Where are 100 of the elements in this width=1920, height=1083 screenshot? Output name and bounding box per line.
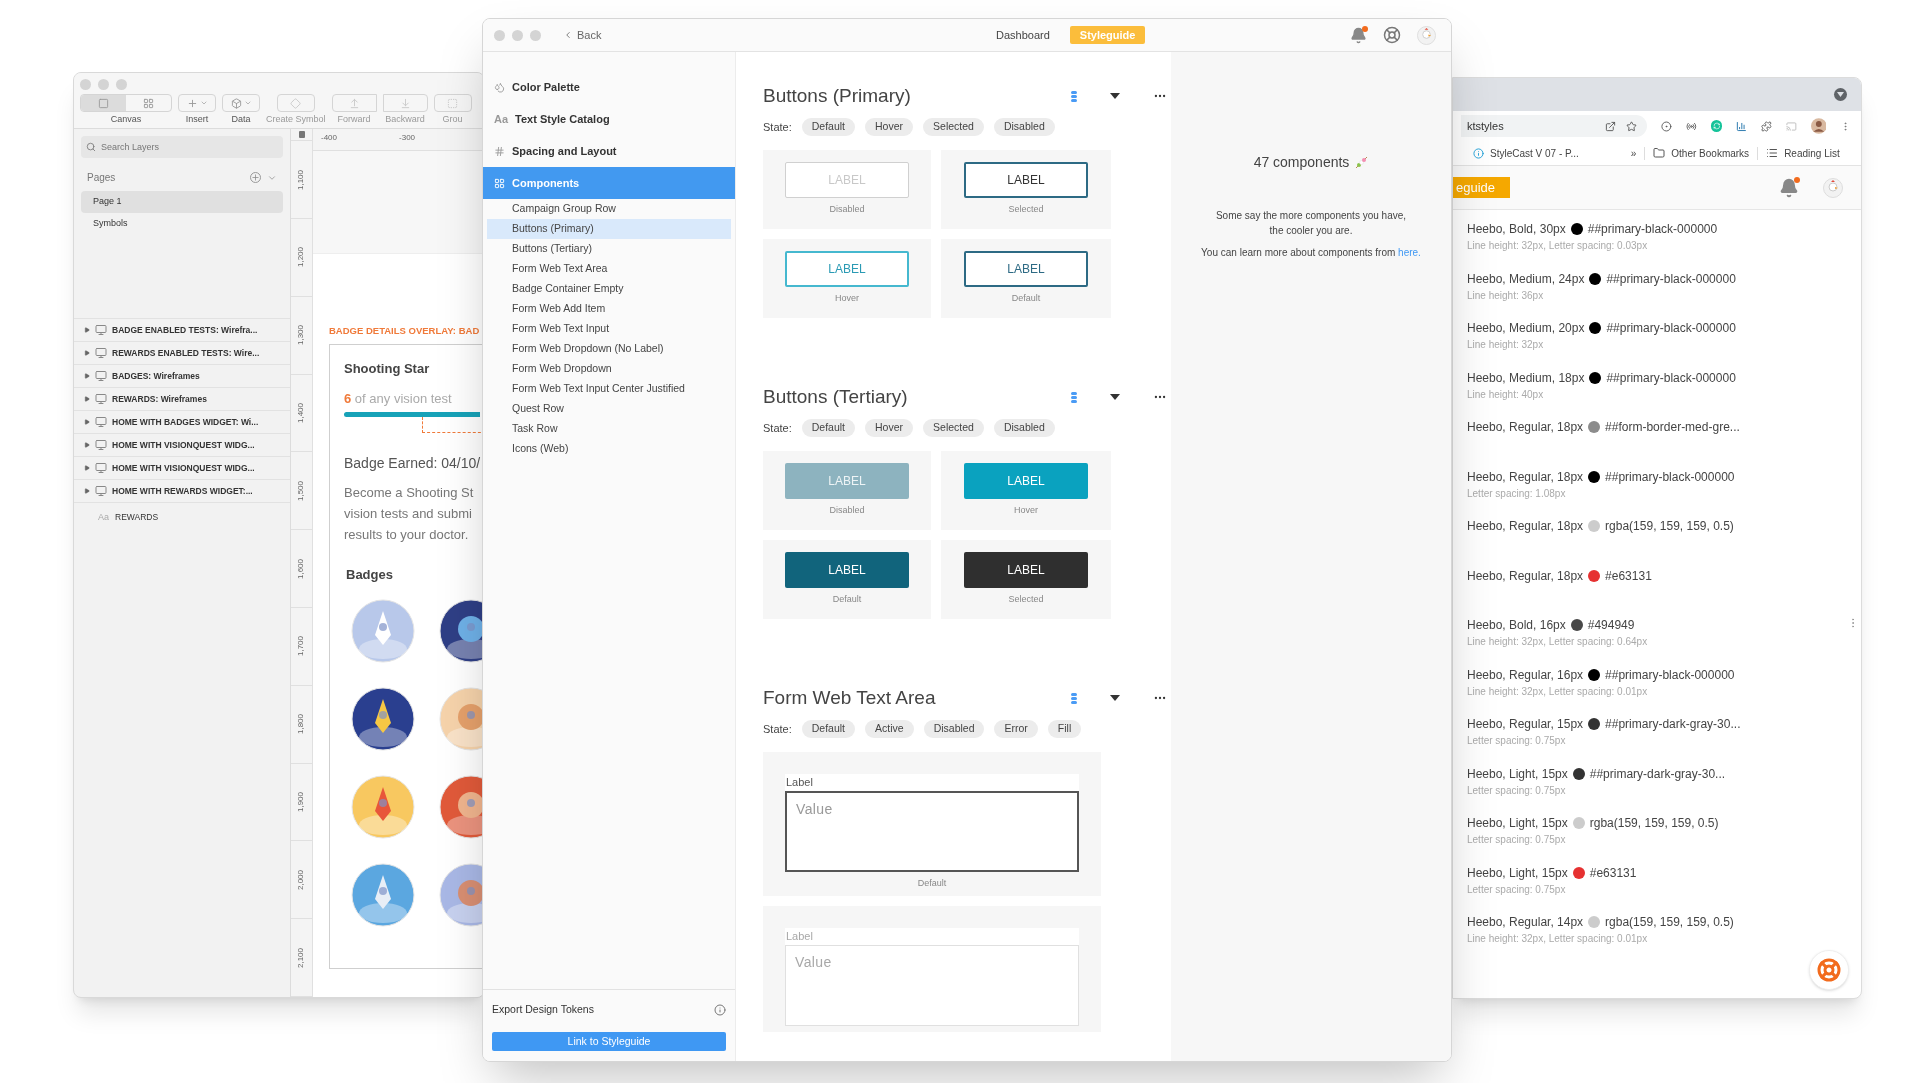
info-icon[interactable] [714,1004,726,1017]
state-chip[interactable]: Selected [923,419,984,437]
state-chip[interactable]: Disabled [993,419,1055,437]
stack-icon[interactable] [1071,692,1077,704]
other-bookmarks-button[interactable]: Other Bookmarks [1653,145,1750,161]
nav-tab[interactable]: Dashboard [986,26,1060,44]
more-bookmarks-button[interactable]: » [1630,145,1637,161]
color-token: #e63131 [1605,567,1652,585]
component-list-item[interactable]: Buttons (Primary) [487,219,731,239]
layer-row[interactable]: HOME WITH VISIONQUEST WIDG... [74,433,290,456]
progress-text: 6 of any vision test [344,389,453,408]
layer-down-icon [399,97,411,109]
caret-down-icon[interactable] [1110,695,1120,701]
avatar-icon[interactable] [1823,177,1843,198]
help-button[interactable] [1809,950,1849,990]
layer-row[interactable]: BADGES: Wireframes [74,364,290,387]
label-button[interactable]: LABEL [964,251,1088,288]
layer-row[interactable]: Aa REWARDS [74,502,290,532]
share-icon[interactable] [1605,120,1617,132]
learn-more-text: You can learn more about components from here. [1201,246,1421,260]
state-chip[interactable]: Default [801,720,856,738]
state-chip[interactable]: Selected [923,118,984,136]
style-note: Line height: 40px [1467,387,1545,402]
label-button[interactable]: LABEL [785,552,909,589]
component-list-item[interactable]: Form Web Text Input Center Justified [487,379,731,399]
profile-avatar-icon[interactable] [1810,118,1827,134]
extensions-icon[interactable] [1761,120,1772,132]
state-chip[interactable]: Default [801,118,856,136]
layer-row[interactable]: HOME WITH REWARDS WIDGET:... [74,479,290,502]
component-list-item[interactable]: Badge Container Empty [487,279,731,299]
state-chip[interactable]: Active [865,720,914,738]
sidebar-nav-item[interactable]: Spacing and Layout [483,135,735,167]
style-note: Line height: 32px, Letter spacing: 0.01px [1467,932,1649,946]
disclosure-icon [84,396,90,402]
component-list-item[interactable]: Form Web Text Area [487,259,731,279]
extension-icon[interactable] [1661,120,1672,132]
style-note: Letter spacing: 1.08px [1467,486,1567,501]
style-note: Line height: 36px [1467,288,1545,303]
label-button[interactable]: LABEL [964,162,1088,199]
layer-row[interactable]: REWARDS: Wireframes [74,387,290,410]
artboard-icon [95,416,107,428]
page-item[interactable]: Symbols [81,213,283,235]
state-chip[interactable]: Hover [865,419,914,437]
layer-row[interactable]: HOME WITH VISIONQUEST WIDG... [74,456,290,479]
extension-icon[interactable] [1736,120,1748,132]
style-note: Line height: 32px, Letter spacing: 0.64px [1467,635,1649,649]
style-spec: Heebo, Bold, 30px [1467,221,1566,238]
layer-row[interactable]: REWARDS ENABLED TESTS: Wire... [74,341,290,364]
label-button[interactable]: LABEL [964,552,1088,589]
extension-icon[interactable] [1685,120,1697,132]
notification-bell-icon[interactable] [1350,26,1367,44]
caret-down-icon[interactable] [1110,394,1120,400]
tab-search-icon[interactable] [1834,88,1847,101]
stack-icon[interactable] [1071,391,1077,403]
add-page-icon[interactable] [250,172,261,183]
style-spec: Heebo, Regular, 18px [1467,419,1584,436]
style-note: Letter spacing: 0.75px [1467,882,1567,897]
chevron-left-icon [563,30,573,40]
reading-list-button[interactable]: Reading List [1766,145,1840,161]
artboard-icon [95,370,107,382]
sidebar-nav-item[interactable]: Color Palette [483,71,735,103]
style-note: Letter spacing: 0.75px [1467,783,1567,798]
sidebar-nav-item[interactable]: Aa Text Style Catalog [483,103,735,135]
extension-icon[interactable] [1710,120,1723,132]
page-item[interactable]: Page 1 [81,191,283,213]
state-chip[interactable]: Hover [865,118,914,136]
notification-bell-icon[interactable] [1779,177,1799,198]
help-icon[interactable] [1383,26,1401,44]
state-chip[interactable]: Default [801,419,856,437]
component-list-item[interactable]: Form Web Dropdown [487,359,731,379]
component-list-item[interactable]: Icons (Web) [487,439,731,459]
style-spec: Heebo, Regular, 14px [1467,914,1584,931]
variant-caption: Default [832,593,862,607]
grid-lines-icon [494,145,505,157]
state-chip[interactable]: Fill [1047,720,1082,738]
bookmark-star-icon[interactable] [1626,120,1638,132]
stack-icon[interactable] [1071,90,1077,102]
style-spec: Heebo, Medium, 24px [1467,270,1585,288]
component-list-item[interactable]: Buttons (Tertiary) [487,239,731,259]
cube-icon [230,97,242,109]
state-chip[interactable]: Disabled [993,118,1055,136]
component-list-item[interactable]: Task Row [487,419,731,439]
component-list-item[interactable]: Form Web Text Input [487,319,731,339]
color-token: ##primary-dark-gray-30... [1605,716,1741,733]
component-list-item[interactable]: Quest Row [487,399,731,419]
bookmark-item[interactable]: StyleCast V 07 - P... [1473,145,1579,161]
component-list-item[interactable]: Form Web Dropdown (No Label) [487,339,731,359]
text-area-field[interactable]: Value [785,790,1079,872]
address-bar[interactable]: ktstyles [1461,115,1648,137]
layer-row[interactable]: BADGE ENABLED TESTS: Wirefra... [74,318,290,341]
component-list-item[interactable]: Form Web Add Item [487,299,731,319]
component-list-item[interactable]: Campaign Group Row [487,199,731,219]
search-field[interactable]: Search Layers [81,136,283,158]
state-chip[interactable]: Disabled [923,720,985,738]
color-token: rgba(159, 159, 159, 0.5) [1589,815,1719,832]
section-title: Buttons (Primary) [763,83,912,108]
caret-down-icon[interactable] [1110,93,1120,99]
layer-row[interactable]: HOME WITH BADGES WIDGET: Wi... [74,410,290,433]
back-button[interactable]: Back [563,26,602,44]
state-chip[interactable]: Error [994,720,1038,738]
